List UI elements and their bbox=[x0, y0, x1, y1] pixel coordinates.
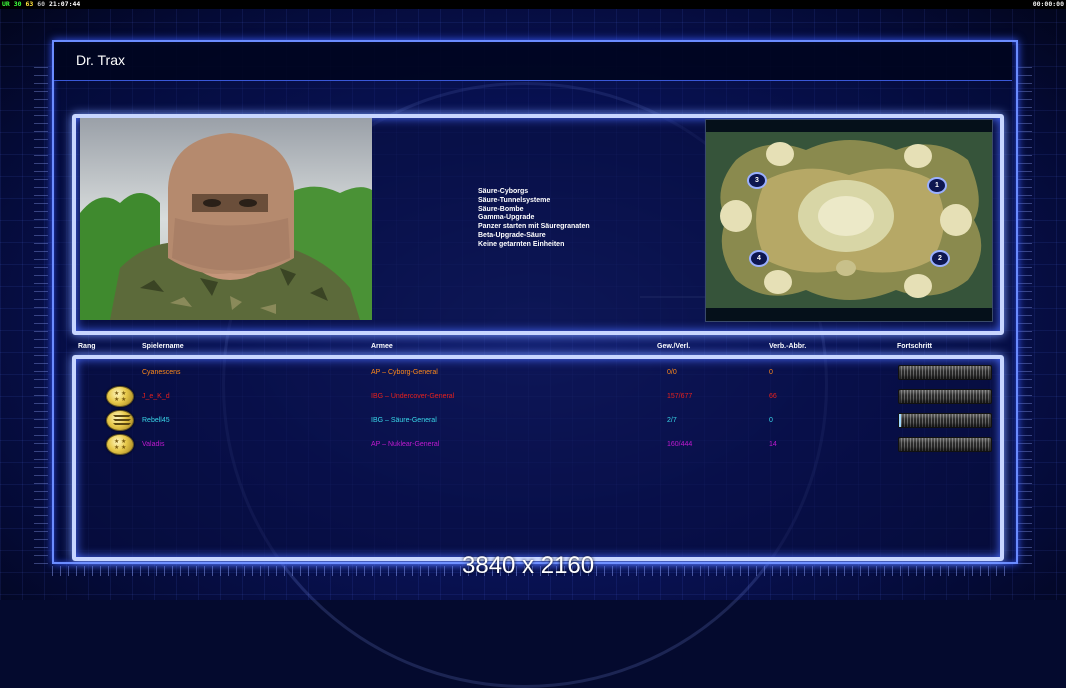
column-header-rank: Rang bbox=[78, 343, 96, 350]
player-row[interactable]: Cyanescens AP – Cyborg-General 0/0 0 bbox=[76, 361, 992, 383]
player-disconnects: 0 bbox=[769, 417, 773, 424]
player-name: J_e_K_d bbox=[142, 393, 170, 400]
column-header-disconnects: Verb.-Abbr. bbox=[769, 343, 807, 350]
rank-badge-icon: ★ ★ ★ ★ bbox=[106, 386, 134, 407]
overlay-strip bbox=[0, 0, 1066, 9]
ruler-left bbox=[34, 64, 48, 564]
page-title: Dr. Trax bbox=[76, 52, 126, 68]
player-disconnects: 14 bbox=[769, 441, 777, 448]
column-header-progress: Fortschritt bbox=[897, 343, 932, 350]
general-portrait bbox=[80, 118, 372, 320]
player-army: AP – Nuklear-General bbox=[371, 441, 440, 448]
rank-badge-icon: ★ ★ ★ ★ bbox=[106, 434, 134, 455]
progress-fill bbox=[899, 414, 901, 427]
map-start-marker[interactable]: 2 bbox=[930, 250, 950, 267]
player-army: AP – Cyborg-General bbox=[371, 369, 438, 376]
resolution-watermark: 3840 x 2160 bbox=[462, 552, 595, 579]
performance-overlay: UR 30 63 60 21:07:44 bbox=[2, 0, 80, 8]
feature-item: Beta-Upgrade-Säure bbox=[478, 231, 546, 239]
overlay-stat: 30 bbox=[13, 0, 22, 8]
map-start-marker[interactable]: 1 bbox=[927, 177, 947, 194]
feature-item: Keine getarnten Einheiten bbox=[478, 240, 565, 248]
progress-bar bbox=[898, 437, 992, 452]
overlay-stat: 60 bbox=[37, 0, 46, 8]
progress-bar bbox=[898, 389, 992, 404]
column-header-player: Spielername bbox=[142, 343, 184, 350]
player-army: IBG – Säure-General bbox=[371, 417, 437, 424]
feature-item: Gamma-Upgrade bbox=[478, 214, 535, 222]
column-header-winloss: Gew./Verl. bbox=[657, 343, 691, 350]
overlay-clock: 21:07:44 bbox=[49, 0, 81, 8]
title-bar bbox=[54, 42, 1012, 81]
feature-item: Säure-Bombe bbox=[478, 205, 524, 213]
player-row[interactable]: ★ ★ ★ ★ J_e_K_d IBG – Undercover-General 1… bbox=[76, 385, 992, 407]
player-name: Valadis bbox=[142, 441, 165, 448]
map-start-marker[interactable]: 4 bbox=[749, 250, 769, 267]
column-header-army: Armee bbox=[371, 343, 393, 350]
ruler-right bbox=[1018, 64, 1032, 564]
feature-item: Panzer starten mit Säuregranaten bbox=[478, 223, 590, 231]
player-winloss: 160/444 bbox=[667, 441, 693, 448]
player-army: IBG – Undercover-General bbox=[371, 393, 455, 400]
map-preview: 1 2 3 4 bbox=[705, 119, 993, 322]
feature-item: Säure-Cyborgs bbox=[478, 188, 529, 195]
player-winloss: 0/0 bbox=[667, 369, 677, 376]
feature-item: Säure-Tunnelsysteme bbox=[478, 196, 551, 204]
progress-bar bbox=[898, 413, 992, 428]
map-start-marker[interactable]: 3 bbox=[747, 172, 767, 189]
player-row[interactable]: Rebell45 IBG – Säure-General 2/7 0 bbox=[76, 409, 992, 431]
general-feature-list: Säure-Cyborgs Säure-Tunnelsysteme Säure-… bbox=[478, 188, 590, 250]
rank-badge-icon bbox=[106, 410, 134, 431]
overlay-clock-right: 00:00:00 bbox=[1032, 0, 1064, 8]
player-disconnects: 66 bbox=[769, 393, 777, 400]
overlay-stat: UR bbox=[2, 0, 10, 8]
player-winloss: 2/7 bbox=[667, 417, 677, 424]
overlay-stat: 63 bbox=[25, 0, 34, 8]
player-name: Cyanescens bbox=[142, 369, 181, 376]
player-name: Rebell45 bbox=[142, 417, 170, 424]
player-row[interactable]: ★ ★ ★ ★ Valadis AP – Nuklear-General 160/4… bbox=[76, 433, 992, 455]
player-disconnects: 0 bbox=[769, 369, 773, 376]
progress-bar bbox=[898, 365, 992, 380]
player-winloss: 157/677 bbox=[667, 393, 693, 400]
